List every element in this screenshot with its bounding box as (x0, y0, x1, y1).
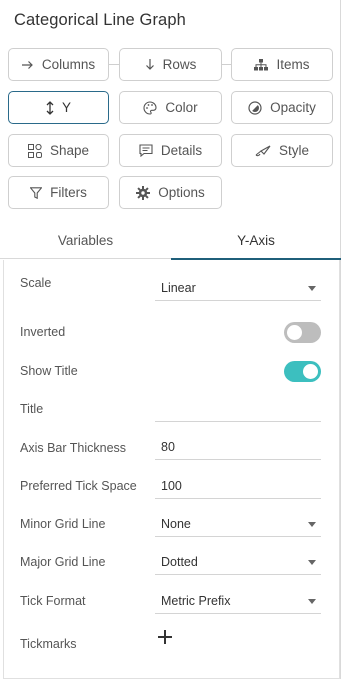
columns-label: Columns (41, 57, 96, 72)
brush-icon (255, 145, 271, 157)
tab-bar: Variables Y-Axis (0, 222, 341, 260)
scale-label: Scale (20, 276, 52, 290)
minor-grid-line-label: Minor Grid Line (20, 517, 106, 531)
arrow-right-icon (21, 60, 34, 70)
chevron-down-icon (308, 560, 316, 565)
tickmarks-label: Tickmarks (20, 637, 77, 651)
scale-select[interactable]: Linear (155, 275, 321, 301)
palette-icon (143, 100, 157, 115)
preferred-tick-space-input[interactable]: 100 (155, 473, 321, 499)
shape-label: Shape (49, 143, 90, 158)
details-label: Details (160, 143, 203, 158)
y-button[interactable]: Y (8, 91, 109, 124)
style-label: Style (278, 143, 309, 158)
connector-line (222, 64, 231, 65)
title-label: Title (20, 402, 44, 416)
filter-icon (30, 186, 43, 199)
comment-icon (139, 144, 153, 157)
tick-format-label: Tick Format (20, 594, 86, 608)
shape-button[interactable]: Shape (8, 134, 109, 167)
preferred-tick-space-label: Preferred Tick Space (20, 479, 137, 493)
shapes-icon (27, 143, 42, 158)
arrow-down-icon (145, 58, 155, 71)
opacity-button[interactable]: Opacity (231, 91, 333, 124)
vertical-arrows-icon (46, 100, 54, 115)
axis-bar-thickness-input[interactable]: 80 (155, 434, 321, 460)
scale-value: Linear (161, 280, 196, 295)
title-input[interactable] (155, 396, 321, 422)
connector-line (109, 64, 119, 65)
toggle-knob (303, 364, 318, 379)
chevron-down-icon (308, 599, 316, 604)
settings-panel: Categorical Line Graph Columns Rows Item… (0, 0, 341, 679)
minor-grid-line-select[interactable]: None (155, 511, 321, 537)
add-tickmark-plus-icon[interactable] (158, 630, 172, 644)
toggle-knob (287, 325, 302, 340)
inverted-label: Inverted (20, 325, 66, 339)
inverted-toggle[interactable] (284, 322, 321, 343)
rows-button[interactable]: Rows (119, 48, 222, 81)
color-button[interactable]: Color (119, 91, 222, 124)
gear-icon (136, 185, 151, 200)
chevron-down-icon (308, 522, 316, 527)
major-grid-line-select[interactable]: Dotted (155, 549, 321, 575)
filters-button[interactable]: Filters (8, 176, 109, 209)
show-title-label: Show Title (20, 364, 78, 378)
style-button[interactable]: Style (231, 134, 333, 167)
filters-label: Filters (50, 185, 87, 200)
page-title: Categorical Line Graph (14, 11, 186, 29)
major-grid-line-value: Dotted (161, 554, 198, 569)
hierarchy-icon (254, 58, 269, 71)
items-label: Items (276, 57, 310, 72)
tick-format-select[interactable]: Metric Prefix (155, 588, 321, 614)
options-button[interactable]: Options (119, 176, 222, 209)
tick-format-value: Metric Prefix (161, 593, 231, 608)
minor-grid-line-value: None (161, 516, 191, 531)
rows-label: Rows (162, 57, 197, 72)
opacity-icon (248, 100, 262, 115)
items-button[interactable]: Items (231, 48, 333, 81)
y-label: Y (61, 100, 71, 115)
details-button[interactable]: Details (119, 134, 222, 167)
color-label: Color (165, 100, 198, 115)
options-label: Options (158, 185, 205, 200)
major-grid-line-label: Major Grid Line (20, 555, 106, 569)
axis-bar-thickness-label: Axis Bar Thickness (20, 441, 127, 455)
tab-variables[interactable]: Variables (0, 222, 171, 259)
chevron-down-icon (308, 286, 316, 291)
show-title-toggle[interactable] (284, 361, 321, 382)
tab-y-axis[interactable]: Y-Axis (171, 222, 341, 260)
opacity-label: Opacity (270, 100, 316, 115)
columns-button[interactable]: Columns (8, 48, 109, 81)
